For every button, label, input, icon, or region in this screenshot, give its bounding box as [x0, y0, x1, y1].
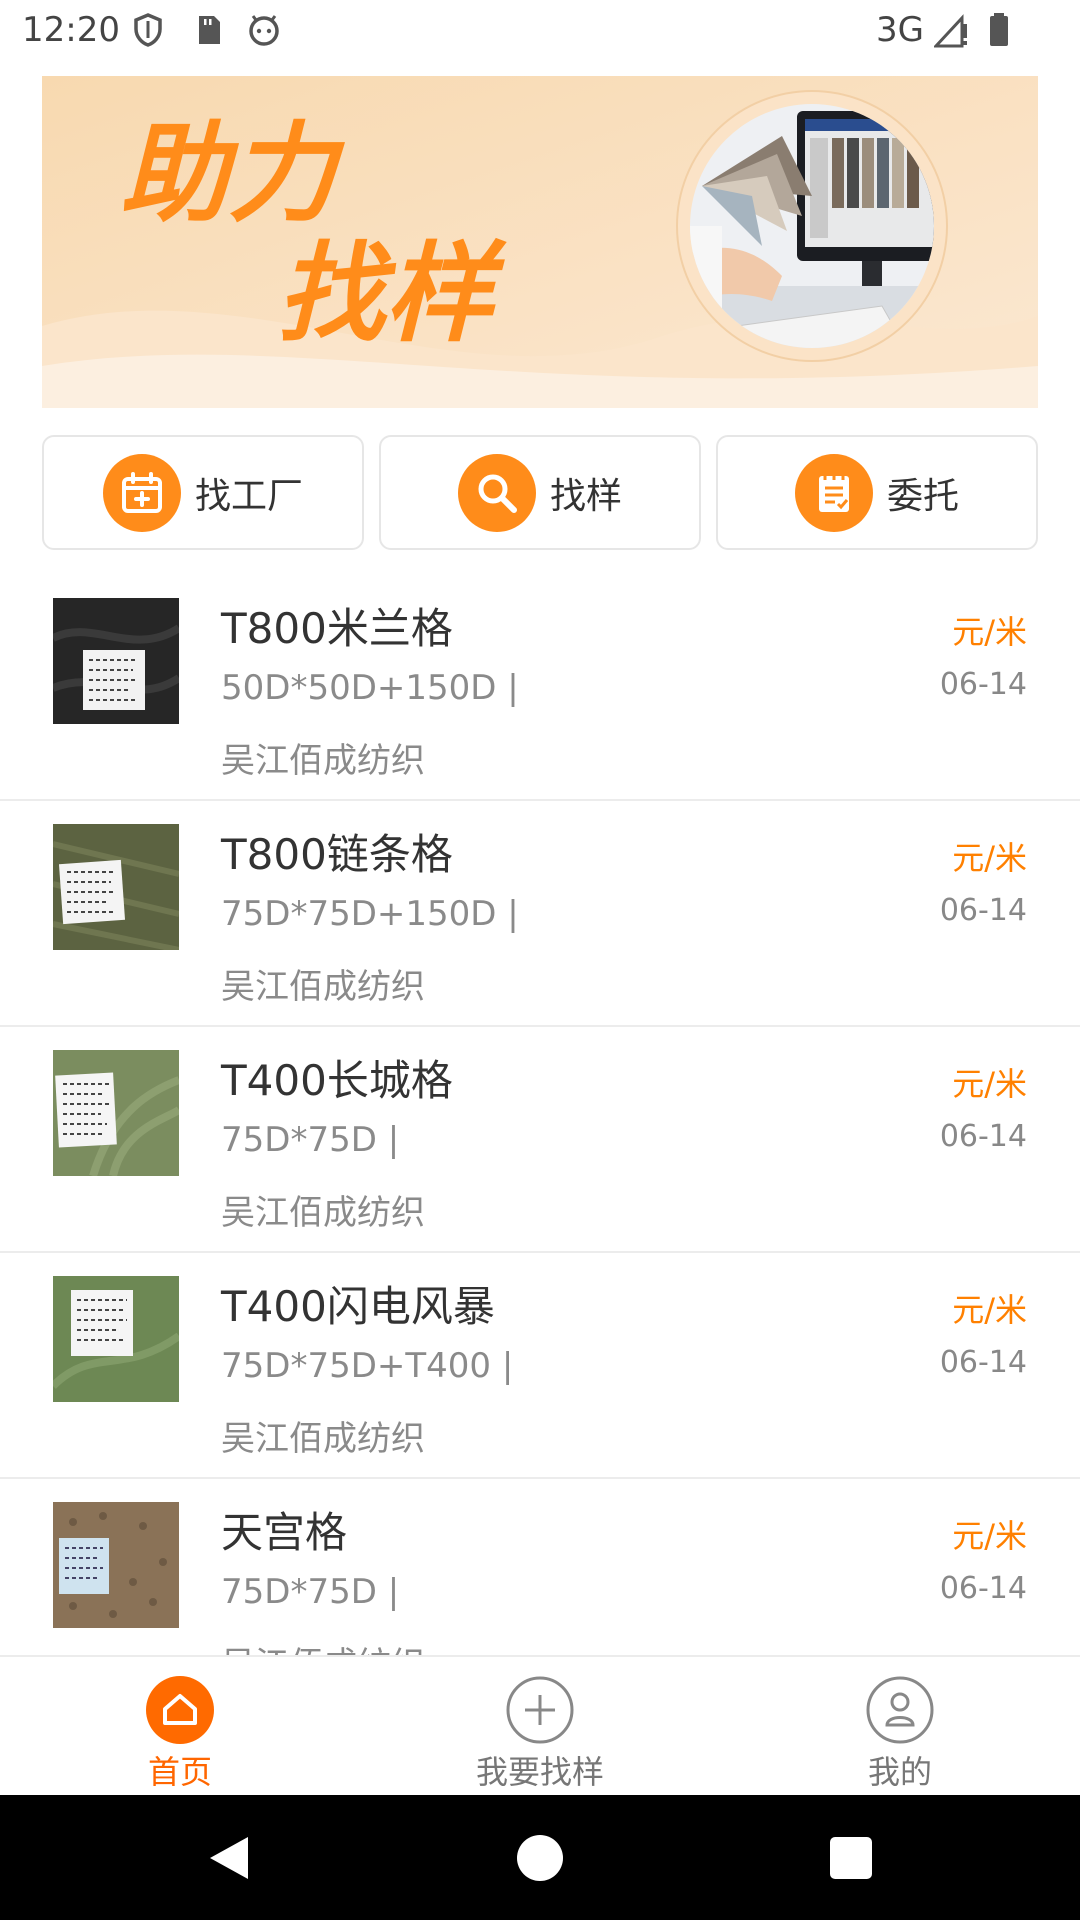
tab-home[interactable]: 首页	[0, 1657, 360, 1795]
banner-illustration: 助力 找样	[42, 76, 1038, 408]
item-company: 吴江佰成纺织	[221, 967, 425, 1007]
item-spec: 75D*75D |	[221, 1120, 400, 1160]
item-spec: 75D*75D |	[221, 1572, 400, 1612]
tab-request-sample-label: 我要找样	[475, 1753, 604, 1791]
item-name: T400长城格	[221, 1056, 453, 1105]
item-name: T800链条格	[221, 830, 453, 879]
plus-circle-icon	[506, 1676, 574, 1744]
item-company: 吴江佰成纺织	[221, 1193, 425, 1233]
fabric-thumbnail	[53, 824, 179, 950]
quick-actions: 找工厂 找样 委托	[42, 435, 1038, 550]
item-name: T400闪电风暴	[221, 1282, 495, 1331]
item-company: 吴江佰成纺织	[221, 1637, 425, 1655]
item-company: 吴江佰成纺织	[221, 741, 425, 781]
tab-home-label: 首页	[147, 1753, 212, 1791]
item-price: 元/米	[952, 1291, 1027, 1329]
fabric-thumbnail	[53, 1050, 179, 1176]
item-name: 天宫格	[221, 1508, 348, 1557]
banner-line2: 找样	[277, 232, 507, 357]
find-sample-button[interactable]: 找样	[379, 435, 701, 550]
signal-icon	[934, 14, 967, 48]
item-spec: 75D*75D+T400 |	[221, 1346, 514, 1386]
item-price: 元/米	[952, 1517, 1027, 1555]
fabric-thumbnail	[53, 1502, 179, 1628]
home-circle-icon[interactable]	[515, 1833, 565, 1883]
back-icon[interactable]	[204, 1833, 254, 1883]
user-icon	[866, 1676, 934, 1744]
item-date: 06-14	[939, 893, 1027, 928]
tab-mine[interactable]: 我的	[720, 1657, 1080, 1795]
tab-request-sample[interactable]: 我要找样	[360, 1657, 720, 1795]
network-type: 3G	[876, 10, 924, 50]
sd-card-icon	[199, 16, 220, 44]
promo-banner[interactable]: 助力 找样	[42, 76, 1038, 408]
document-check-icon	[794, 453, 873, 532]
item-spec: 75D*75D+150D |	[221, 894, 519, 934]
android-face-icon	[249, 15, 279, 46]
search-icon	[457, 453, 536, 532]
recents-icon[interactable]	[826, 1833, 876, 1883]
system-navigation-bar	[0, 1795, 1080, 1920]
item-company: 吴江佰成纺织	[221, 1419, 425, 1459]
item-date: 06-14	[939, 1119, 1027, 1154]
item-price: 元/米	[952, 1065, 1027, 1103]
entrust-label: 委托	[886, 475, 959, 517]
status-bar: 12:20 3G	[0, 0, 1080, 62]
fabric-thumbnail	[53, 598, 179, 724]
item-price: 元/米	[952, 839, 1027, 877]
status-time: 12:20	[22, 10, 120, 50]
list-item[interactable]: 天宫格 75D*75D | 吴江佰成纺织 元/米 06-14	[0, 1479, 1080, 1655]
product-list: T800米兰格 50D*50D+150D | 吴江佰成纺织 元/米 06-14 …	[0, 575, 1080, 1655]
find-sample-label: 找样	[549, 475, 622, 517]
list-item[interactable]: T800米兰格 50D*50D+150D | 吴江佰成纺织 元/米 06-14	[0, 575, 1080, 801]
battery-icon	[990, 13, 1008, 46]
shield-icon	[134, 13, 162, 47]
item-name: T800米兰格	[221, 604, 453, 653]
fabric-thumbnail	[53, 1276, 179, 1402]
item-price: 元/米	[952, 613, 1027, 651]
banner-line1: 助力	[120, 112, 345, 237]
item-date: 06-14	[939, 1345, 1027, 1380]
find-factory-label: 找工厂	[194, 475, 303, 517]
find-factory-button[interactable]: 找工厂	[42, 435, 364, 550]
item-spec: 50D*50D+150D |	[221, 668, 519, 708]
item-date: 06-14	[939, 1571, 1027, 1606]
item-date: 06-14	[939, 667, 1027, 702]
entrust-button[interactable]: 委托	[716, 435, 1038, 550]
calendar-add-icon	[102, 453, 181, 532]
list-item[interactable]: T800链条格 75D*75D+150D | 吴江佰成纺织 元/米 06-14	[0, 801, 1080, 1027]
bottom-tab-bar: 首页 我要找样 我的	[0, 1655, 1080, 1795]
list-item[interactable]: T400长城格 75D*75D | 吴江佰成纺织 元/米 06-14	[0, 1027, 1080, 1253]
list-item[interactable]: T400闪电风暴 75D*75D+T400 | 吴江佰成纺织 元/米 06-14	[0, 1253, 1080, 1479]
tab-mine-label: 我的	[867, 1753, 932, 1791]
home-icon	[146, 1676, 214, 1744]
